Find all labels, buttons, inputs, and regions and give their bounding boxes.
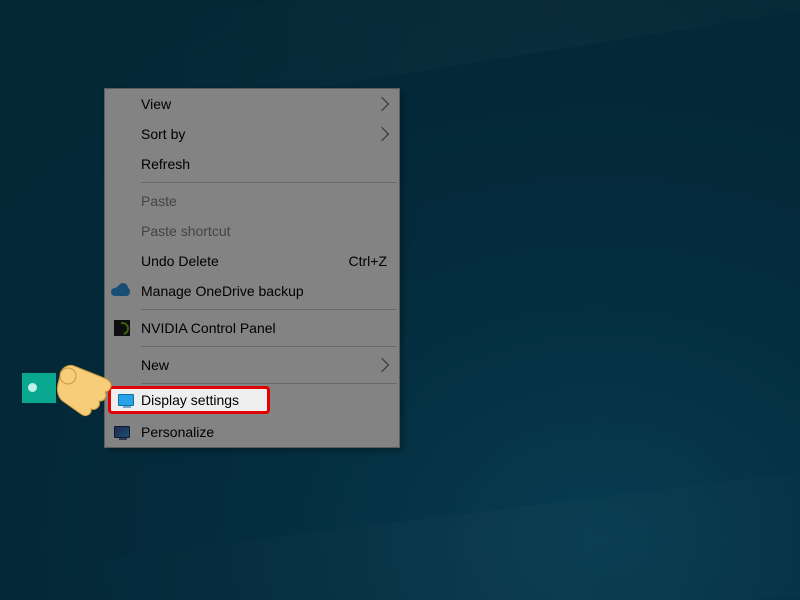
- pointing-hand-icon: [22, 352, 112, 432]
- tutorial-dim-overlay: [0, 0, 800, 600]
- highlight-display-settings[interactable]: Display settings: [108, 386, 270, 414]
- menu-item-label: Display settings: [141, 392, 239, 408]
